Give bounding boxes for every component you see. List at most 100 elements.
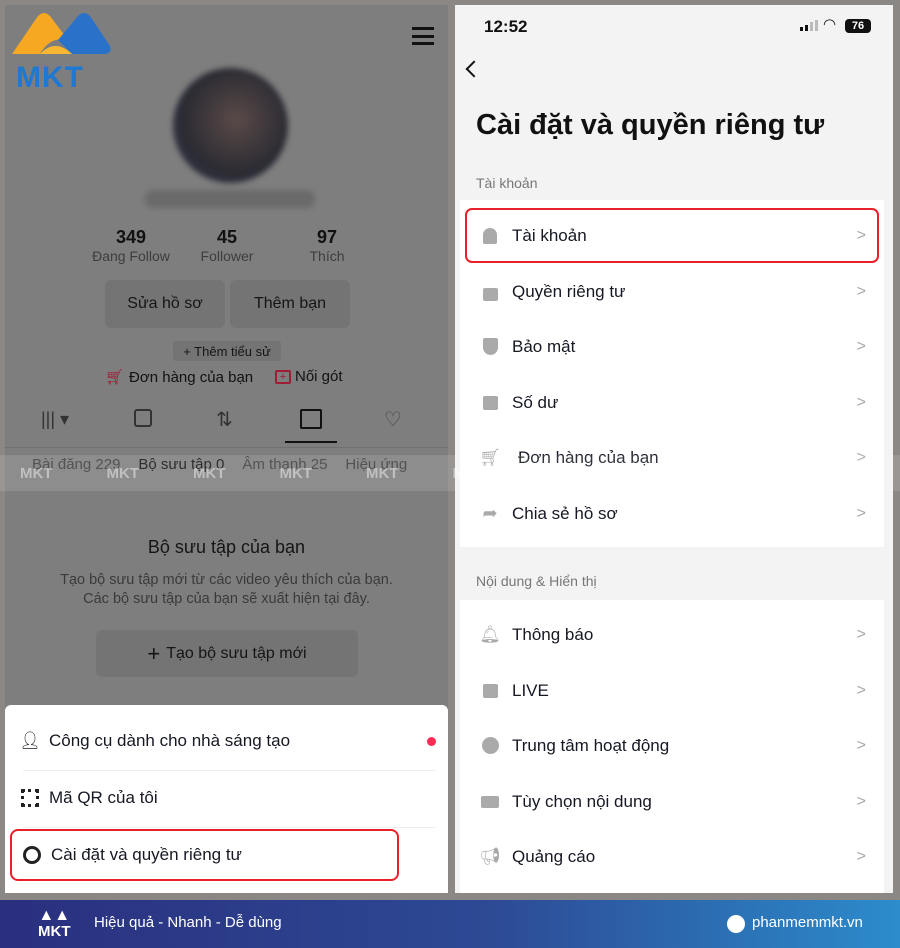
add-bio-button[interactable]: + Thêm tiểu sử (173, 341, 281, 361)
settings-item-label: Quảng cáo (512, 846, 596, 866)
watermark: MKT (20, 464, 53, 482)
settings-item-privacy[interactable]: Quyền riêng tư > (460, 264, 884, 319)
add-friend-button[interactable]: Thêm bạn (230, 280, 350, 328)
battery-indicator: 76 (845, 19, 871, 33)
connect-link[interactable]: + Nối gót (275, 368, 343, 385)
sheet-item-creator-tools[interactable]: 👤︎ Công cụ dành cho nhà sáng tạo (19, 713, 436, 769)
settings-item-label: Chia sẻ hồ sơ (512, 503, 618, 523)
footer-logo: ▲▲ MKT (38, 907, 71, 940)
settings-item-account[interactable]: Tài khoản > (465, 208, 879, 263)
account-settings-card: Tài khoản > Quyền riêng tư > Bảo mật > Số d… (460, 200, 884, 547)
chevron-right-icon: > (856, 736, 866, 754)
settings-screen: 12:52 ◠ 76 Cài đặt và quyền riêng tư Tài… (455, 5, 893, 893)
settings-item-label: LIVE (512, 680, 549, 700)
megaphone-icon: 📢︎ (479, 846, 501, 866)
footer-tagline: Hiệu quả - Nhanh - Dễ dùng (94, 914, 282, 931)
favorites-tab-icon[interactable] (300, 409, 322, 429)
notification-dot (427, 736, 436, 746)
settings-item-label: Tài khoản (512, 225, 587, 245)
cart-icon: 🛒︎ (105, 369, 125, 386)
watermark: MKT (539, 464, 572, 482)
settings-item-share-profile[interactable]: ➦ Chia sẻ hồ sơ > (460, 486, 884, 541)
footer-banner: ▲▲ MKT Hiệu quả - Nhanh - Dễ dùng phanmem… (0, 900, 900, 948)
profile-screen: 349 Đang Follow 45 Follower 97 Thích Sửa… (5, 5, 448, 893)
share-icon: ➦ (482, 503, 498, 523)
watermark: MKT (452, 464, 486, 482)
watermark-strip: MKT MKT MKT MKT MKT MKT MKT MKT MKT (0, 455, 900, 491)
settings-item-label: Thông báo (512, 624, 594, 644)
stat-value: 349 (115, 227, 147, 247)
bell-icon: 🔔︎ (479, 624, 501, 644)
chevron-right-icon: > (856, 282, 866, 300)
stat-label: Thích (309, 248, 345, 264)
page-title: Cài đặt và quyền riêng tư (476, 109, 825, 141)
wallet-icon (480, 393, 500, 413)
chevron-right-icon: > (856, 625, 866, 643)
username-blurred (145, 190, 315, 208)
settings-item-ads[interactable]: 📢︎ Quảng cáo > (460, 829, 884, 884)
liked-tab-icon[interactable]: ♡ (384, 407, 402, 432)
settings-item-activity-center[interactable]: Trung tâm hoạt động > (460, 718, 884, 773)
watermark: MKT (625, 464, 659, 482)
shield-icon (480, 337, 500, 357)
settings-item-label: Quyền riêng tư (512, 281, 626, 301)
watermark: MKT (366, 464, 399, 482)
settings-item-live[interactable]: LIVE > (460, 663, 884, 718)
repost-tab-icon[interactable]: ⇅ (216, 407, 233, 432)
orders-label: Đơn hàng của bạn (129, 368, 254, 386)
watermark: MKT (279, 464, 313, 482)
chevron-right-icon: > (856, 504, 866, 522)
watermark: MKT (193, 464, 226, 482)
sheet-item-label: Mã QR của tôi (49, 788, 158, 807)
live-icon (480, 681, 500, 701)
chevron-right-icon: > (856, 393, 866, 411)
connect-label: Nối gót (295, 368, 343, 385)
settings-gear-icon (21, 844, 43, 866)
create-collection-button[interactable]: + Tạo bộ sưu tập mới (96, 630, 358, 677)
chevron-right-icon: > (856, 681, 866, 699)
chevron-right-icon: > (856, 337, 866, 355)
chevron-right-icon: > (856, 847, 866, 865)
stat-likes[interactable]: 97 Thích (267, 227, 387, 264)
collection-desc-1: Tạo bộ sưu tập mới từ các video yêu thíc… (60, 572, 393, 588)
settings-item-notifications[interactable]: 🔔︎ Thông báo > (460, 607, 884, 662)
person-icon (480, 226, 500, 246)
settings-item-security[interactable]: Bảo mật > (460, 319, 884, 374)
edit-profile-button[interactable]: Sửa hồ sơ (105, 280, 225, 328)
settings-item-label: Số dư (512, 392, 559, 412)
wifi-icon: ◠ (823, 16, 837, 33)
lock-tab-icon[interactable] (134, 409, 152, 427)
collection-title: Bộ sưu tập của bạn (147, 537, 306, 557)
sheet-item-label: Công cụ dành cho nhà sáng tạo (49, 731, 291, 750)
back-button[interactable] (465, 60, 483, 78)
signal-icon (800, 20, 818, 31)
chevron-right-icon: > (856, 792, 866, 810)
qr-code-icon (19, 787, 41, 809)
status-time: 12:52 (484, 17, 528, 36)
orders-link[interactable]: 🛒︎ Đơn hàng của bạn (105, 368, 254, 387)
settings-item-content-preferences[interactable]: Tùy chọn nội dung > (460, 774, 884, 829)
avatar[interactable] (173, 68, 288, 183)
create-collection-label: Tạo bộ sưu tập mới (166, 644, 307, 662)
sheet-item-qr-code[interactable]: Mã QR của tôi (19, 770, 436, 826)
grid-tab[interactable]: ||| ▾ (41, 409, 69, 430)
watermark: MKT (712, 464, 745, 482)
globe-icon (727, 915, 745, 933)
footer-website[interactable]: phanmemmkt.vn (752, 914, 863, 931)
menu-icon[interactable] (412, 27, 434, 45)
section-label-account: Tài khoản (476, 175, 538, 191)
stat-value: 97 (316, 227, 338, 247)
settings-item-balance[interactable]: Số dư > (460, 375, 884, 430)
video-icon (480, 792, 500, 812)
settings-item-label: Trung tâm hoạt động (512, 735, 670, 755)
settings-item-label: Bảo mật (512, 336, 576, 356)
connect-icon: + (275, 369, 291, 384)
mkt-logo: MKT (10, 10, 112, 96)
bottom-sheet-menu: 👤︎ Công cụ dành cho nhà sáng tạo Mã QR c… (5, 705, 448, 893)
sheet-item-settings-privacy[interactable]: Cài đặt và quyền riêng tư (10, 829, 399, 881)
active-tab-indicator (285, 441, 337, 443)
content-settings-card: 🔔︎ Thông báo > LIVE > Trung tâm hoạt động > … (460, 600, 884, 893)
sheet-item-label: Cài đặt và quyền riêng tư (51, 845, 242, 864)
plus-icon: + (147, 640, 161, 666)
chevron-right-icon: > (856, 226, 866, 244)
